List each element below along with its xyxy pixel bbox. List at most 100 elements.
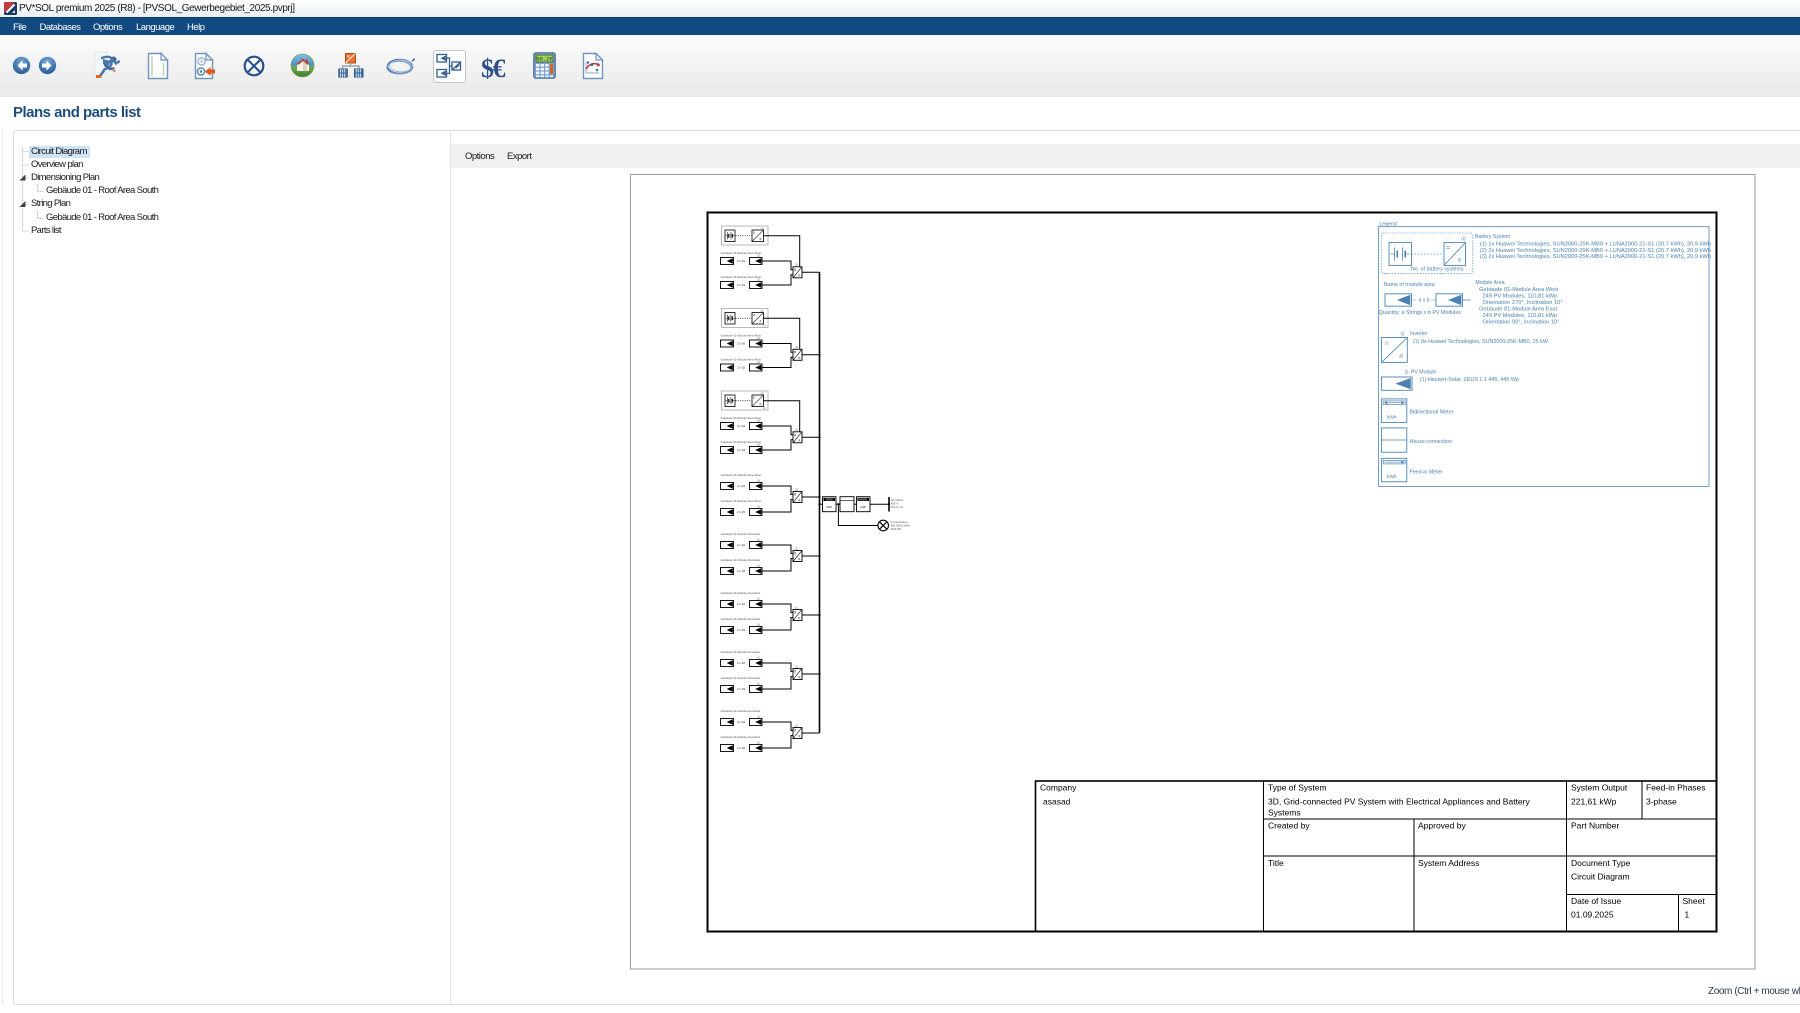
- svg-text:Circuit Diagram: Circuit Diagram: [1571, 872, 1630, 882]
- svg-text:2 x 16: 2 x 16: [737, 661, 745, 665]
- svg-text:2 x 15: 2 x 15: [737, 510, 745, 514]
- svg-text:(1) Heckert-Solar, ZEUS 1.1 44: (1) Heckert-Solar, ZEUS 1.1 445, 445 Wp: [1420, 377, 1519, 383]
- svg-text:Module Area: Module Area: [1475, 280, 1504, 286]
- svg-text:Gebäude 01-Module Area West: Gebäude 01-Module Area West: [721, 275, 762, 279]
- svg-text:(1): (1): [757, 278, 760, 282]
- svg-text:2 x 16: 2 x 16: [737, 259, 745, 263]
- svg-text:Feed-in Phases: Feed-in Phases: [1646, 783, 1706, 793]
- svg-text:(1): (1): [795, 487, 798, 491]
- svg-text:Quantity: a Strings x b PV Mod: Quantity: a Strings x b PV Modules: [1379, 310, 1461, 316]
- svg-text:2 x 16: 2 x 16: [737, 342, 745, 346]
- svg-text:Battery System: Battery System: [1475, 234, 1510, 240]
- svg-text:(1): (1): [757, 360, 760, 364]
- svg-text:Orientation 90°, Inclination 1: Orientation 90°, Inclination 10°: [1483, 319, 1560, 325]
- svg-text:Gebäude 01-Module Area East: Gebäude 01-Module Area East: [721, 735, 761, 739]
- svg-text:(2) 2x Huawei Technologies, SU: (2) 2x Huawei Technologies, SUN2000-25K-…: [1480, 248, 1711, 254]
- svg-text:2 x 15: 2 x 15: [737, 366, 745, 370]
- svg-text:(1): (1): [795, 546, 798, 550]
- svg-text:System Address: System Address: [1418, 858, 1479, 868]
- svg-text:(1): (1): [757, 443, 760, 447]
- svg-text:a x b: a x b: [1419, 298, 1430, 304]
- svg-text:Gebäude 01-Module Area East: Gebäude 01-Module Area East: [721, 558, 761, 562]
- svg-text:(i): (i): [1401, 331, 1406, 336]
- svg-text:Title: Title: [1268, 858, 1284, 868]
- svg-text:Gebäude 01-Module Area East: Gebäude 01-Module Area East: [721, 617, 761, 621]
- svg-text:3-phase: 3-phase: [1646, 797, 1677, 807]
- svg-text:Document Type: Document Type: [1571, 858, 1631, 868]
- svg-text:Gebäude 01-Module Area East: Gebäude 01-Module Area East: [721, 591, 761, 595]
- svg-text:(1): (1): [757, 336, 760, 340]
- svg-text:(i): (i): [1461, 236, 1466, 241]
- svg-text:kWh: kWh: [826, 505, 832, 509]
- svg-text:(44 A x 3): (44 A x 3): [891, 505, 903, 509]
- svg-text:(1): (1): [757, 254, 760, 258]
- svg-text:Bidirectional Meter: Bidirectional Meter: [1410, 409, 1454, 415]
- svg-text:(1): (1): [761, 226, 764, 230]
- svg-text:(1): (1): [757, 623, 760, 627]
- svg-text:(3) 2x Huawei Technologies, SU: (3) 2x Huawei Technologies, SUN2000-25K-…: [1480, 254, 1711, 260]
- svg-text:(1): (1): [757, 656, 760, 660]
- svg-text:(1): (1): [795, 664, 798, 668]
- svg-text:kWh: kWh: [860, 505, 866, 509]
- svg-text:Gebäude 01-Module Area West: Gebäude 01-Module Area West: [721, 440, 762, 444]
- svg-text:Systems: Systems: [1268, 808, 1301, 818]
- svg-text:(1): (1): [795, 345, 798, 349]
- svg-text:(1): (1): [757, 715, 760, 719]
- svg-text:(1): (1): [795, 428, 798, 432]
- svg-text:249 PV Modules, 110,81 kWp: 249 PV Modules, 110,81 kWp: [1483, 313, 1558, 319]
- svg-text:2 x 15: 2 x 15: [737, 746, 745, 750]
- svg-text:2 x 15: 2 x 15: [737, 628, 745, 632]
- svg-text:Gebäude 01-Module Area West: Gebäude 01-Module Area West: [721, 251, 762, 255]
- svg-text:(1): (1): [757, 538, 760, 542]
- svg-text:(1): (1): [795, 605, 798, 609]
- svg-text:2 x 15: 2 x 15: [737, 569, 745, 573]
- svg-text:(1): (1): [795, 263, 798, 267]
- svg-text:Company: Company: [1040, 783, 1077, 793]
- svg-text:(1): (1): [757, 597, 760, 601]
- svg-text:221,61 kWp: 221,61 kWp: [1571, 797, 1617, 807]
- svg-text:01.09.2025: 01.09.2025: [1571, 910, 1614, 920]
- svg-text:2 x 16: 2 x 16: [737, 720, 745, 724]
- svg-text:Date of Issue: Date of Issue: [1571, 896, 1621, 906]
- svg-text:System Output: System Output: [1571, 783, 1628, 793]
- svg-text:PV Module: PV Module: [1411, 370, 1436, 376]
- svg-text:2 x 15: 2 x 15: [737, 687, 745, 691]
- svg-text:49,8 kW: 49,8 kW: [890, 527, 901, 531]
- svg-text:(1) 1x Huawei Technologies, SU: (1) 1x Huawei Technologies, SUN2000-25K-…: [1480, 242, 1711, 248]
- svg-text:(1): (1): [757, 564, 760, 568]
- svg-text:Created by: Created by: [1268, 821, 1310, 831]
- svg-text:1: 1: [1685, 910, 1690, 920]
- svg-text:Gebäude 01-Module Area West: Gebäude 01-Module Area West: [1479, 287, 1559, 293]
- svg-text:(1): (1): [795, 723, 798, 727]
- svg-text:Gebäude 01-Module Area East: Gebäude 01-Module Area East: [721, 650, 761, 654]
- svg-text:Gebäude 01-Module Area East: Gebäude 01-Module Area East: [721, 709, 761, 713]
- svg-text:(1): (1): [757, 682, 760, 686]
- svg-text:Approved by: Approved by: [1418, 821, 1466, 831]
- svg-text:(1): (1): [757, 741, 760, 745]
- svg-text:(i): (i): [1405, 370, 1410, 375]
- svg-text:2 x 16: 2 x 16: [737, 424, 745, 428]
- svg-text:Gebäude 01-Module Area West: Gebäude 01-Module Area West: [721, 416, 762, 420]
- svg-text:Sheet: Sheet: [1683, 896, 1706, 906]
- svg-text:Gebäude 01-Module Area East: Gebäude 01-Module Area East: [721, 676, 761, 680]
- svg-text:Feed-in Meter: Feed-in Meter: [1410, 469, 1443, 475]
- svg-text:3D, Grid-connected PV System w: 3D, Grid-connected PV System with Electr…: [1268, 797, 1530, 807]
- svg-text:House connection: House connection: [1410, 439, 1452, 445]
- svg-text:(1): (1): [757, 479, 760, 483]
- svg-text:(1): (1): [757, 419, 760, 423]
- svg-text:Inverter: Inverter: [1410, 331, 1428, 337]
- svg-text:Gebäude 01-Module Area East: Gebäude 01-Module Area East: [721, 532, 761, 536]
- svg-text:No. of battery systems: No. of battery systems: [1411, 266, 1464, 272]
- svg-text:2 x 16: 2 x 16: [737, 484, 745, 488]
- svg-text:Gebäude 01-Module Area West: Gebäude 01-Module Area West: [721, 358, 762, 362]
- svg-text:50.2€: 50.2€: [536, 56, 553, 63]
- svg-text:249 PV Modules, 110,81 kWp: 249 PV Modules, 110,81 kWp: [1483, 294, 1558, 300]
- svg-text:Name of module area: Name of module area: [1384, 282, 1435, 288]
- svg-text:2 x 15: 2 x 15: [737, 283, 745, 287]
- svg-text:Gebäude 01-Module Area West: Gebäude 01-Module Area West: [721, 473, 762, 477]
- svg-text:asasad: asasad: [1043, 797, 1071, 807]
- svg-text:Gebäude 01-Module Area West: Gebäude 01-Module Area West: [721, 334, 762, 338]
- svg-text:kWh: kWh: [1387, 474, 1397, 480]
- svg-text:(2): (2): [761, 309, 764, 313]
- svg-text:kWh: kWh: [1387, 414, 1397, 420]
